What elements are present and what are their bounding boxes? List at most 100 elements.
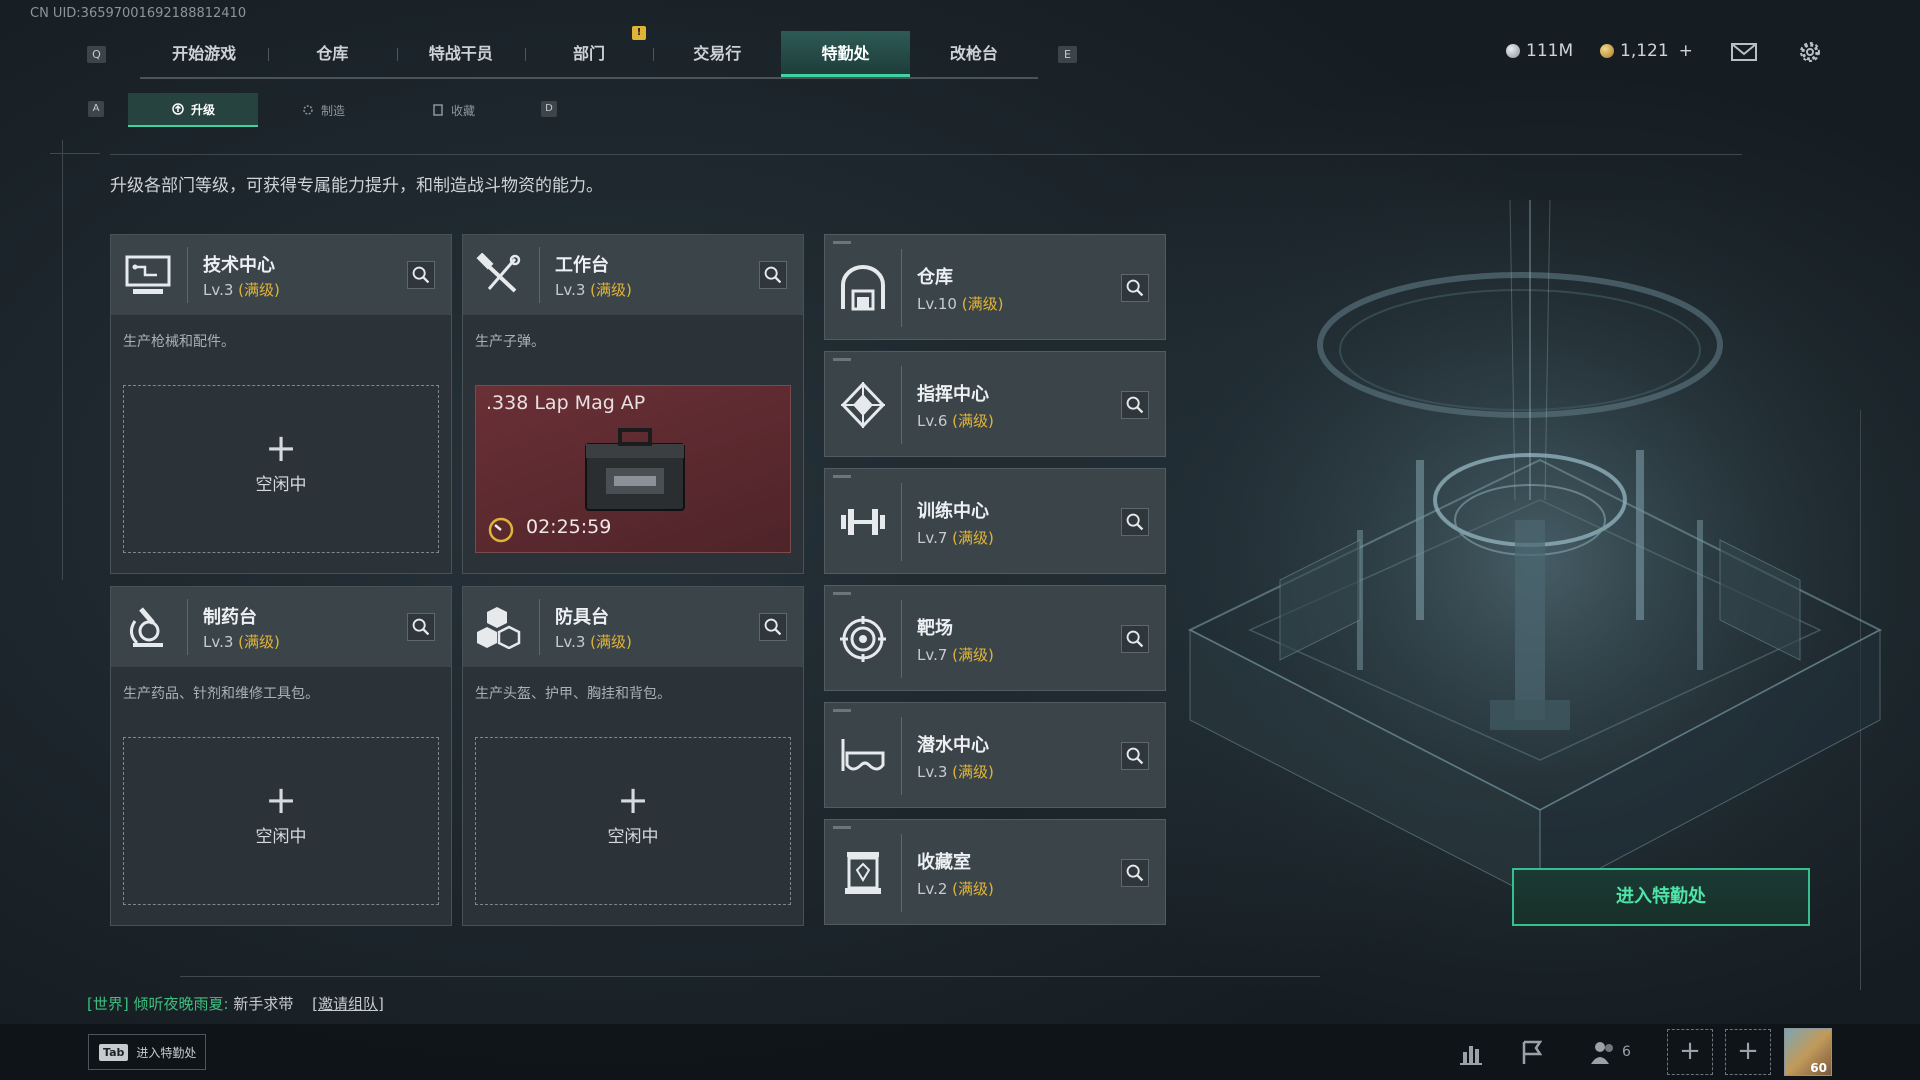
card-level: Lv.10 (满级): [917, 293, 1003, 314]
tab-start-game[interactable]: 开始游戏: [140, 31, 268, 77]
search-icon[interactable]: [1121, 859, 1149, 887]
tab-gunsmith[interactable]: 改枪台: [910, 31, 1038, 77]
search-icon[interactable]: [407, 261, 435, 289]
card-level: Lv.3 (满级): [917, 761, 994, 782]
add-teammate-slot[interactable]: +: [1667, 1029, 1713, 1075]
search-icon[interactable]: [1121, 742, 1149, 770]
header-separator: [901, 717, 902, 795]
card-header: 防具台 Lv.3 (满级): [463, 587, 803, 667]
silver-amount: 111M: [1526, 41, 1574, 61]
search-icon[interactable]: [1121, 625, 1149, 653]
level-value: Lv.3: [917, 763, 948, 781]
computer-icon: [125, 255, 171, 294]
card-level: Lv.7 (满级): [917, 527, 994, 548]
search-icon[interactable]: [407, 613, 435, 641]
tab-trading[interactable]: 交易行: [653, 31, 781, 77]
silver-coin-icon: [1506, 44, 1520, 58]
prev-sub-key-hint: A: [88, 101, 104, 117]
production-slot[interactable]: + 空闲中: [475, 737, 791, 905]
page-description: 升级各部门等级，可获得专属能力提升，和制造战斗物资的能力。: [110, 176, 603, 196]
subtab-collection[interactable]: 收藏: [388, 93, 518, 127]
plus-icon: +: [265, 778, 297, 822]
search-icon[interactable]: [1121, 508, 1149, 536]
command-emblem-icon: [840, 382, 886, 428]
card-description: 生产枪械和配件。: [123, 334, 235, 350]
tech-center-card[interactable]: 技术中心 Lv.3 (满级) 生产枪械和配件。 + 空闲中: [110, 234, 452, 574]
next-sub-key-hint: D: [541, 101, 557, 117]
cubes-icon: [477, 607, 521, 649]
enter-special-ops-button[interactable]: 进入特勤处: [1512, 868, 1810, 926]
chat-sender[interactable]: 倾听夜晚雨夏:: [134, 995, 229, 1013]
chat-channel[interactable]: [世界]: [87, 995, 129, 1013]
subtab-upgrade-label: 升级: [190, 102, 215, 117]
crafting-item-name: .338 Lap Mag AP: [486, 392, 646, 414]
tab-shortcut-label: 进入特勤处: [136, 1045, 197, 1060]
stats-icon[interactable]: [1456, 1038, 1486, 1068]
friends-count: 6: [1622, 1044, 1631, 1060]
add-gold-button[interactable]: +: [1679, 41, 1693, 61]
card-level: Lv.3 (满级): [203, 631, 280, 652]
search-icon[interactable]: [1121, 391, 1149, 419]
tab-warehouse[interactable]: 仓库: [268, 31, 396, 77]
production-slot[interactable]: + 空闲中: [123, 385, 439, 553]
card-description: 生产头盔、护甲、胸挂和背包。: [475, 686, 671, 702]
card-level: Lv.2 (满级): [917, 878, 994, 899]
card-header: 技术中心 Lv.3 (满级): [111, 235, 451, 315]
level-value: Lv.2: [917, 880, 948, 898]
chat-text: 新手求带: [233, 995, 294, 1013]
divider: [110, 154, 1742, 155]
card-tag: [833, 241, 851, 244]
crafting-timer: 02:25:59: [526, 516, 612, 538]
tab-department[interactable]: 部门: [524, 31, 653, 77]
search-icon[interactable]: [759, 613, 787, 641]
production-slot[interactable]: + 空闲中: [123, 737, 439, 905]
shooting-range-card[interactable]: 靶场 Lv.7 (满级): [824, 585, 1166, 691]
gold-currency: 1,121 +: [1600, 41, 1693, 61]
subtab-craft[interactable]: 制造: [258, 93, 388, 127]
tab-shortcut-hint[interactable]: Tab 进入特勤处: [88, 1034, 206, 1070]
armor-bench-card[interactable]: 防具台 Lv.3 (满级) 生产头盔、护甲、胸挂和背包。 + 空闲中: [462, 586, 804, 926]
friends-icon[interactable]: [1588, 1038, 1618, 1068]
add-teammate-slot[interactable]: +: [1725, 1029, 1771, 1075]
training-center-card[interactable]: 训练中心 Lv.7 (满级): [824, 468, 1166, 574]
invite-team-link[interactable]: [邀请组队]: [312, 995, 384, 1013]
gear-icon[interactable]: [1796, 38, 1824, 66]
flag-icon[interactable]: [1518, 1038, 1548, 1068]
command-center-card[interactable]: 指挥中心 Lv.6 (满级): [824, 351, 1166, 457]
card-title: 防具台: [555, 607, 609, 628]
card-description: 生产子弹。: [475, 334, 545, 350]
diving-center-card[interactable]: 潜水中心 Lv.3 (满级): [824, 702, 1166, 808]
pharmacy-card[interactable]: 制药台 Lv.3 (满级) 生产药品、针剂和维修工具包。 + 空闲中: [110, 586, 452, 926]
search-icon[interactable]: [1121, 274, 1149, 302]
frame-line: [62, 140, 63, 580]
card-tag: [833, 826, 851, 829]
level-value: Lv.3: [555, 633, 586, 651]
card-level: Lv.3 (满级): [555, 631, 632, 652]
avatar[interactable]: 60: [1784, 1028, 1832, 1076]
diving-mask-icon: [841, 739, 885, 771]
card-title: 训练中心: [917, 501, 989, 522]
player-level: 60: [1810, 1061, 1827, 1075]
card-title: 指挥中心: [917, 384, 989, 405]
mail-icon[interactable]: [1730, 38, 1758, 66]
gold-amount: 1,121: [1620, 41, 1669, 61]
card-level: Lv.7 (满级): [917, 644, 994, 665]
microscope-icon: [130, 607, 163, 647]
crafting-item-slot[interactable]: .338 Lap Mag AP 02:25:59: [475, 385, 791, 553]
collection-room-card[interactable]: 收藏室 Lv.2 (满级): [824, 819, 1166, 925]
tab-special-ops[interactable]: 特勤处: [781, 31, 910, 77]
frame-line: [50, 153, 100, 154]
card-title: 技术中心: [203, 255, 275, 276]
card-tag: [833, 358, 851, 361]
max-level-tag: (满级): [952, 412, 994, 430]
tab-operators[interactable]: 特战干员: [396, 31, 525, 77]
search-icon[interactable]: [759, 261, 787, 289]
workbench-card[interactable]: 工作台 Lv.3 (满级) 生产子弹。 .338 Lap Mag AP 02:2…: [462, 234, 804, 574]
subtab-upgrade[interactable]: 升级: [128, 93, 258, 127]
max-level-tag: (满级): [952, 880, 994, 898]
level-value: Lv.6: [917, 412, 948, 430]
max-level-tag: (满级): [238, 281, 280, 299]
card-level: Lv.3 (满级): [555, 279, 632, 300]
warehouse-card[interactable]: 仓库 Lv.10 (满级): [824, 234, 1166, 340]
slot-status: 空闲中: [255, 827, 307, 847]
